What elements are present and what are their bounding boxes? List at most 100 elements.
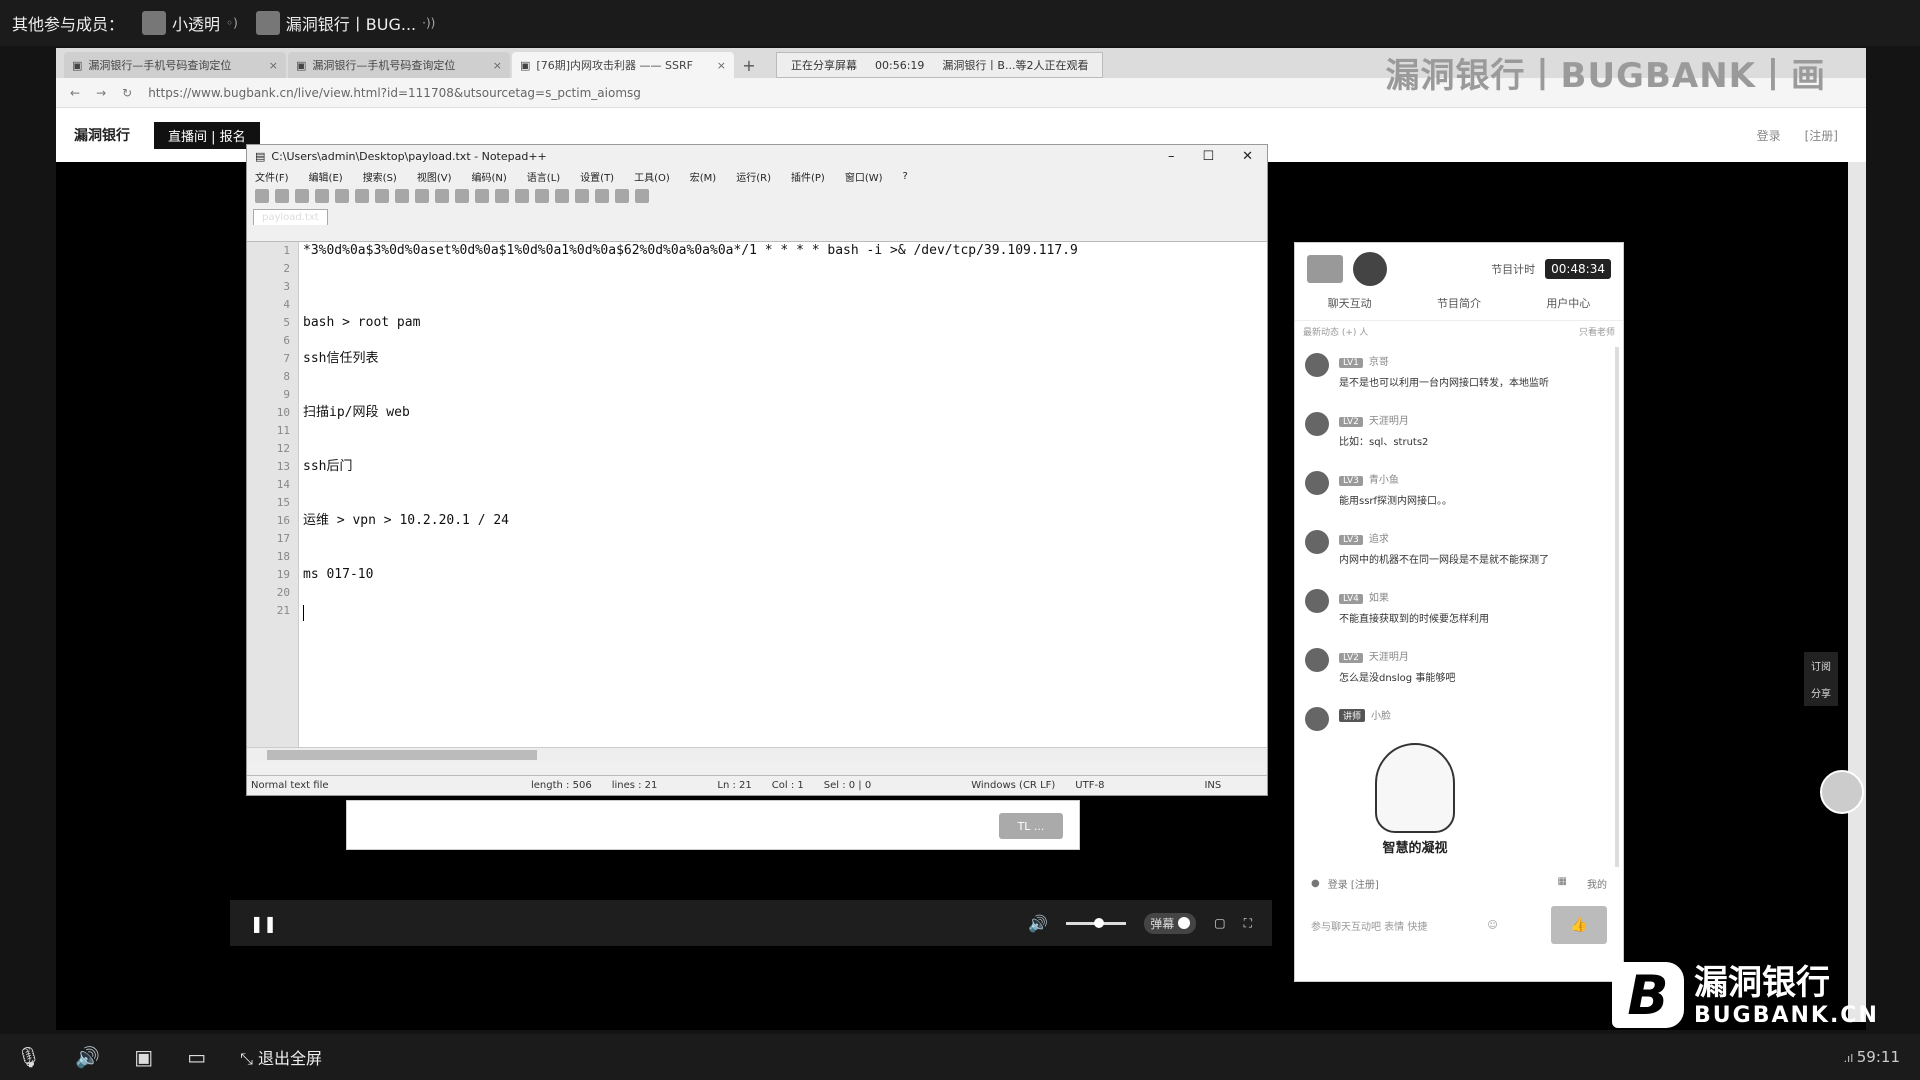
code-line[interactable]: *3%0d%0a$3%0d%0aset%0d%0a$1%0d%0a1%0d%0a… xyxy=(303,242,1267,260)
close-icon[interactable]: ✕ xyxy=(1242,149,1253,164)
menu-item[interactable]: 窗口(W) xyxy=(845,169,883,184)
my-link[interactable]: 我的 xyxy=(1587,876,1607,891)
horizontal-scrollbar[interactable] xyxy=(247,747,1267,761)
new-file-icon[interactable] xyxy=(255,189,269,203)
browser-tab-active[interactable]: ▣ [76期]内网攻击利器 —— SSRF × xyxy=(512,52,734,78)
menu-item[interactable]: 运行(R) xyxy=(736,169,771,184)
reload-icon[interactable]: ↻ xyxy=(122,86,132,100)
code-line[interactable]: ssh信任列表 xyxy=(303,350,1267,368)
speaker-icon[interactable]: 🔊 xyxy=(75,1045,100,1069)
show-all-icon[interactable] xyxy=(575,189,589,203)
chat-scrollbar[interactable] xyxy=(1615,347,1619,867)
zoom-in-icon[interactable] xyxy=(515,189,529,203)
code-line[interactable]: bash > root pam xyxy=(303,314,1267,332)
login-link[interactable]: 登录 [注册] xyxy=(1328,876,1379,891)
browser-tab[interactable]: ▣ 漏洞银行—手机号码查询定位 × xyxy=(288,52,510,78)
gift-icon[interactable]: ▦ xyxy=(1558,876,1567,891)
forward-icon[interactable]: → xyxy=(96,86,106,100)
back-icon[interactable]: ← xyxy=(70,86,80,100)
member-item[interactable]: 小透明 ◦) xyxy=(142,11,238,35)
tab-user-center[interactable]: 用户中心 xyxy=(1546,295,1590,320)
code-line[interactable] xyxy=(303,440,1267,458)
editor-area[interactable]: 1 2 3 4 5 6 7 8 9 10 11 12 13 14 15 16 17 18 19 20 21 *3%0d%… xyxy=(247,241,1267,761)
like-button[interactable]: 👍 xyxy=(1551,906,1607,944)
zoom-out-icon[interactable] xyxy=(535,189,549,203)
menu-item[interactable]: 编辑(E) xyxy=(309,169,343,184)
code-line[interactable]: 扫描ip/网段 web xyxy=(303,404,1267,422)
camera-off-icon[interactable]: ▣ xyxy=(134,1045,153,1069)
menu-item[interactable]: 插件(P) xyxy=(791,169,825,184)
print-icon[interactable] xyxy=(355,189,369,203)
new-tab-button[interactable]: + xyxy=(736,52,762,78)
menu-item[interactable]: 编码(N) xyxy=(472,169,507,184)
code-line[interactable] xyxy=(303,422,1267,440)
find-icon[interactable] xyxy=(475,189,489,203)
code-line[interactable] xyxy=(303,278,1267,296)
code-line[interactable]: ms 017-10 xyxy=(303,566,1267,584)
code-line[interactable] xyxy=(303,332,1267,350)
menu-item[interactable]: 搜索(S) xyxy=(363,169,397,184)
theater-mode-icon[interactable]: ▢ xyxy=(1214,916,1225,930)
pause-icon[interactable]: ❚❚ xyxy=(250,914,277,933)
minimize-icon[interactable]: – xyxy=(1168,149,1175,164)
menu-item[interactable]: 工具(O) xyxy=(634,169,670,184)
code-line[interactable]: 运维 > vpn > 10.2.20.1 / 24 xyxy=(303,512,1267,530)
register-link[interactable]: [注册] xyxy=(1805,127,1838,144)
code-line[interactable] xyxy=(303,602,1267,620)
menu-item[interactable]: 语言(L) xyxy=(527,169,560,184)
close-icon[interactable]: × xyxy=(717,59,726,72)
code-line[interactable] xyxy=(303,530,1267,548)
redo-icon[interactable] xyxy=(455,189,469,203)
wrap-icon[interactable] xyxy=(555,189,569,203)
code-line[interactable] xyxy=(303,548,1267,566)
member-item[interactable]: 漏洞银行丨BUG... ·)) xyxy=(255,11,435,35)
fullscreen-icon[interactable]: ⛶ xyxy=(1244,916,1252,931)
menu-item[interactable]: 设置(T) xyxy=(580,169,614,184)
code-line[interactable]: ssh后门 xyxy=(303,458,1267,476)
menu-item[interactable]: 视图(V) xyxy=(417,169,452,184)
screen-share-icon[interactable]: ▭ xyxy=(187,1045,206,1069)
chat-input[interactable]: 参与聊天互动吧 表情 快捷 xyxy=(1311,918,1427,933)
paste-icon[interactable] xyxy=(415,189,429,203)
copy-icon[interactable] xyxy=(395,189,409,203)
save-all-icon[interactable] xyxy=(315,189,329,203)
open-icon[interactable] xyxy=(275,189,289,203)
url-field[interactable]: https://www.bugbank.cn/live/view.html?id… xyxy=(148,86,641,100)
file-tab[interactable]: payload.txt xyxy=(253,209,328,225)
live-room-link[interactable]: 直播间 | 报名 xyxy=(154,121,260,149)
scroll-thumb[interactable] xyxy=(267,750,537,760)
macro-play-icon[interactable] xyxy=(635,189,649,203)
tab-chat[interactable]: 聊天互动 xyxy=(1328,295,1372,320)
emoji-icon[interactable]: ☺ xyxy=(1487,920,1497,931)
save-icon[interactable] xyxy=(295,189,309,203)
exit-fullscreen-button[interactable]: ⤡ 退出全屏 xyxy=(240,1045,322,1069)
barrage-toggle[interactable]: 弹幕 xyxy=(1144,912,1197,934)
code-line[interactable] xyxy=(303,260,1267,278)
code-line[interactable] xyxy=(303,476,1267,494)
cut-icon[interactable] xyxy=(375,189,389,203)
menu-item[interactable]: 宏(M) xyxy=(690,169,716,184)
undo-icon[interactable] xyxy=(435,189,449,203)
mic-muted-icon[interactable]: 🎙 xyxy=(16,1045,41,1069)
close-icon[interactable]: × xyxy=(269,59,278,72)
maximize-icon[interactable]: ☐ xyxy=(1202,149,1214,164)
close-icon[interactable]: × xyxy=(493,59,502,72)
code-line[interactable] xyxy=(303,386,1267,404)
login-link[interactable]: 登录 xyxy=(1757,127,1781,144)
replace-icon[interactable] xyxy=(495,189,509,203)
menu-item[interactable]: ? xyxy=(903,171,908,182)
subscribe-button[interactable]: 订阅 xyxy=(1811,658,1831,673)
site-logo[interactable]: 漏洞银行 xyxy=(74,125,130,145)
page-scrollbar[interactable] xyxy=(1848,162,1866,1022)
submit-button[interactable]: TL ... xyxy=(999,813,1063,839)
code-line[interactable] xyxy=(303,584,1267,602)
floating-avatar[interactable] xyxy=(1820,770,1864,814)
code-line[interactable] xyxy=(303,494,1267,512)
code-line[interactable] xyxy=(303,368,1267,386)
macro-record-icon[interactable] xyxy=(615,189,629,203)
code-text[interactable]: *3%0d%0a$3%0d%0aset%0d%0a$1%0d%0a1%0d%0a… xyxy=(303,242,1267,761)
menu-item[interactable]: 文件(F) xyxy=(255,169,289,184)
volume-icon[interactable]: 🔊 xyxy=(1028,914,1048,933)
indent-icon[interactable] xyxy=(595,189,609,203)
volume-slider[interactable] xyxy=(1066,917,1127,928)
